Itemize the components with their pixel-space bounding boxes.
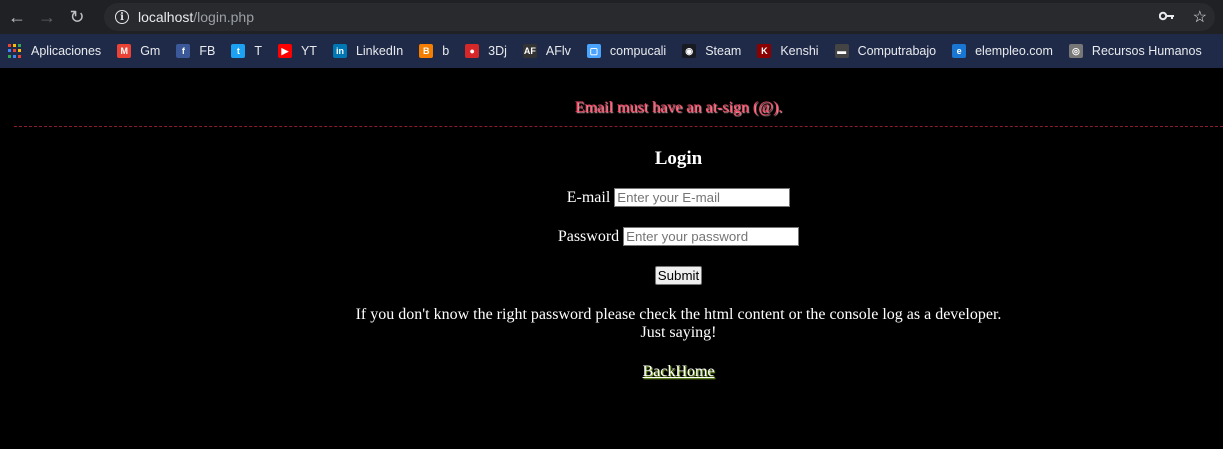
twitter-icon: t bbox=[231, 44, 246, 58]
bookmark-computrabajo[interactable]: ▬ Computrabajo bbox=[827, 37, 945, 65]
bookmark-label: Steam bbox=[705, 44, 742, 58]
bookmark-gm[interactable]: M Gm bbox=[109, 37, 168, 65]
arrow-right-icon[interactable]: → bbox=[34, 4, 60, 30]
bookmark-label: T bbox=[254, 44, 262, 58]
email-row: E-mail bbox=[0, 188, 1223, 207]
bookmark-label: AFlv bbox=[545, 44, 571, 58]
key-icon[interactable] bbox=[1158, 8, 1175, 26]
computrabajo-icon: ▬ bbox=[834, 44, 849, 58]
bookmark-kenshi[interactable]: K Kenshi bbox=[749, 37, 826, 65]
password-field[interactable] bbox=[623, 227, 800, 246]
email-label: E-mail bbox=[566, 188, 611, 206]
bookmarks-bar: Aplicaciones M Gm f FB t T ▶ YT in LinkedIn Bb ● 3Dj A… bbox=[0, 34, 1223, 68]
bookmark-label: Gm bbox=[140, 44, 161, 58]
bookmark-aplicaciones[interactable]: Aplicaciones bbox=[0, 37, 109, 65]
bookmark-recursos-humanos[interactable]: ◎ Recursos Humanos bbox=[1061, 37, 1210, 65]
tv-icon: ▢ bbox=[586, 44, 601, 58]
email-field[interactable] bbox=[614, 188, 791, 207]
bookmark-b[interactable]: Bb bbox=[411, 37, 457, 65]
elempleo-icon: e bbox=[952, 44, 967, 58]
bookmark-label: Kenshi bbox=[780, 44, 819, 58]
bookmark-label: Aplicaciones bbox=[31, 44, 102, 58]
bookmark-label: Computrabajo bbox=[857, 44, 937, 58]
bookmark-label: LinkedIn bbox=[355, 44, 404, 58]
bookmark-label: 3Dj bbox=[488, 44, 507, 58]
back-home-row: BackHome bbox=[0, 363, 1223, 381]
page-title: Login bbox=[654, 148, 703, 169]
bookmark-3dj[interactable]: ● 3Dj bbox=[457, 37, 515, 65]
url-text[interactable]: localhost/login.php bbox=[138, 9, 254, 25]
bookmark-label: FB bbox=[199, 44, 216, 58]
arrow-left-icon[interactable]: ← bbox=[4, 4, 30, 30]
hint-line-1: If you don't know the right password ple… bbox=[355, 306, 1002, 323]
bookmark-elempleo-com[interactable]: e elempleo.com bbox=[944, 37, 1061, 65]
address-bar[interactable]: i localhost/login.php ☆ bbox=[104, 3, 1215, 31]
bookmark-linkedin[interactable]: in LinkedIn bbox=[325, 37, 411, 65]
facebook-icon: f bbox=[176, 44, 191, 58]
blogger-icon: B bbox=[419, 44, 434, 58]
bookmark-t[interactable]: tT bbox=[223, 37, 270, 65]
reload-icon[interactable]: ↻ bbox=[64, 4, 90, 30]
password-label: Password bbox=[557, 227, 620, 245]
kenshi-icon: K bbox=[757, 44, 772, 58]
browser-toolbar: ← → ↻ i localhost/login.php ☆ bbox=[0, 0, 1223, 34]
youtube-icon: ▶ bbox=[277, 44, 292, 58]
bookmark-label: Recursos Humanos bbox=[1091, 44, 1202, 58]
bookmark-fb[interactable]: f FB bbox=[168, 37, 223, 65]
bookmark-aflv[interactable]: AF AFlv bbox=[515, 37, 579, 65]
aflv-icon: AF bbox=[522, 44, 537, 58]
error-message: Email must have an at-sign (@). bbox=[574, 99, 783, 116]
bookmark-compucali[interactable]: ▢ compucali bbox=[579, 37, 674, 65]
back-home-link[interactable]: BackHome bbox=[643, 363, 715, 380]
url-host: localhost bbox=[138, 9, 194, 25]
star-icon[interactable]: ☆ bbox=[1193, 7, 1207, 27]
bookmark-yt[interactable]: ▶ YT bbox=[270, 37, 325, 65]
hint-text: If you don't know the right password ple… bbox=[0, 306, 1223, 342]
linkedin-icon: in bbox=[332, 44, 347, 58]
bookmark-label: b bbox=[442, 44, 450, 58]
password-row: Password bbox=[0, 227, 1223, 246]
url-path: /login.php bbox=[193, 9, 254, 25]
info-icon[interactable]: i bbox=[115, 10, 129, 24]
3dj-icon: ● bbox=[465, 44, 480, 58]
bookmark-label: compucali bbox=[609, 44, 667, 58]
apps-grid-icon bbox=[8, 44, 22, 58]
submit-row: Submit bbox=[0, 266, 1223, 285]
bookmark-steam[interactable]: ◉ Steam bbox=[674, 37, 749, 65]
steam-icon: ◉ bbox=[682, 44, 697, 58]
bookmark-label: YT bbox=[300, 44, 317, 58]
rh-icon: ◎ bbox=[1068, 44, 1083, 58]
submit-button[interactable]: Submit bbox=[654, 266, 703, 285]
hint-line-2: Just saying! bbox=[640, 324, 717, 341]
divider bbox=[14, 126, 1223, 127]
bookmark-label: elempleo.com bbox=[975, 44, 1053, 58]
gmail-icon: M bbox=[117, 44, 132, 58]
